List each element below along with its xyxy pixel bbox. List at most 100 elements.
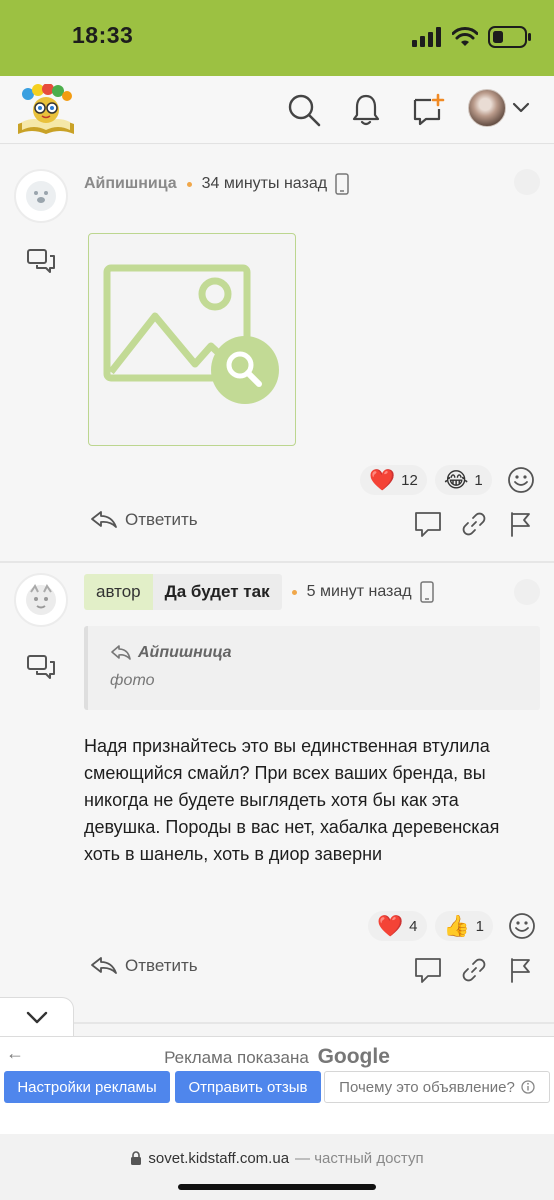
flag-icon bbox=[511, 958, 530, 983]
reaction-laugh[interactable]: 😂 1 bbox=[434, 465, 492, 495]
search-icon bbox=[288, 94, 321, 127]
comment-reactions: ❤️ 4 👍 1 bbox=[368, 911, 537, 941]
google-logo: Google bbox=[317, 1045, 390, 1068]
ad-settings-button[interactable]: Настройки рекламы bbox=[4, 1071, 170, 1103]
comment-reactions: ❤️ 12 😂 1 bbox=[360, 465, 536, 495]
user-menu[interactable] bbox=[468, 89, 530, 127]
copy-link-button[interactable] bbox=[458, 508, 490, 540]
site-header bbox=[0, 76, 554, 144]
comment-avatar[interactable] bbox=[14, 169, 68, 223]
heart-icon: ❤️ bbox=[369, 468, 396, 492]
reply-label: Ответить bbox=[125, 510, 198, 529]
new-post-button[interactable] bbox=[408, 90, 448, 130]
comment-author[interactable]: Да будет так bbox=[152, 574, 282, 610]
reply-button[interactable]: Ответить bbox=[90, 956, 198, 976]
comment-time[interactable]: 34 минуты назад bbox=[202, 175, 327, 193]
comment-actions: Ответить bbox=[0, 952, 554, 988]
author-badge: автор bbox=[84, 574, 153, 610]
reply-label: Ответить bbox=[125, 956, 198, 975]
send-feedback-button[interactable]: Отправить отзыв bbox=[175, 1071, 321, 1103]
home-indicator[interactable] bbox=[178, 1184, 376, 1190]
add-reaction-button[interactable] bbox=[506, 465, 536, 495]
photo-attachment[interactable] bbox=[88, 233, 296, 446]
reaction-thumbs-up[interactable]: 👍 1 bbox=[434, 911, 493, 941]
add-message-icon bbox=[413, 93, 445, 126]
comment-divider bbox=[0, 1022, 554, 1024]
copy-link-button[interactable] bbox=[458, 954, 490, 986]
battery-icon bbox=[488, 26, 531, 48]
comment-options[interactable] bbox=[514, 579, 540, 605]
quote-text: фото bbox=[110, 672, 155, 689]
quoted-comment[interactable]: Айпишница фото bbox=[84, 626, 540, 710]
reaction-count: 1 bbox=[474, 471, 483, 489]
chevron-down-icon bbox=[26, 1011, 47, 1024]
comment-icon bbox=[415, 958, 441, 983]
bell-icon bbox=[352, 94, 380, 126]
notifications-button[interactable] bbox=[346, 90, 386, 130]
quote-button[interactable] bbox=[412, 508, 444, 540]
comment-thread-button[interactable] bbox=[26, 247, 56, 280]
reaction-count: 1 bbox=[475, 917, 484, 935]
why-this-ad-label: Почему это объявление? bbox=[339, 1078, 515, 1096]
default-avatar-icon bbox=[26, 181, 56, 211]
comment-text: Надя признайтесь это вы единственная вту… bbox=[84, 736, 500, 864]
comment-options[interactable] bbox=[514, 169, 540, 195]
reaction-heart[interactable]: ❤️ 12 bbox=[360, 465, 427, 495]
heart-icon: ❤️ bbox=[377, 914, 404, 938]
ad-title: Реклама показана Google bbox=[0, 1045, 554, 1069]
reply-arrow-icon bbox=[91, 957, 117, 974]
comment-author[interactable]: Айпишница bbox=[84, 175, 177, 193]
site-logo[interactable] bbox=[14, 83, 78, 138]
wifi-icon bbox=[452, 27, 478, 46]
separator-dot bbox=[186, 181, 192, 187]
reply-button[interactable]: Ответить bbox=[90, 510, 198, 530]
quote-button[interactable] bbox=[412, 954, 444, 986]
url-domain: sovet.kidstaff.com.ua bbox=[148, 1150, 290, 1167]
signal-icon bbox=[412, 27, 441, 47]
status-bar: 18:33 bbox=[0, 0, 554, 76]
search-button[interactable] bbox=[284, 90, 324, 130]
avatar bbox=[468, 89, 506, 127]
chevron-down-icon bbox=[512, 102, 530, 113]
comment-avatar[interactable] bbox=[14, 573, 68, 627]
reaction-count: 12 bbox=[401, 471, 418, 489]
reaction-count: 4 bbox=[409, 917, 418, 935]
ad-panel: ← Реклама показана Google Настройки рекл… bbox=[0, 1036, 554, 1134]
add-reaction-button[interactable] bbox=[507, 911, 537, 941]
laughing-emoji-icon: 😂 bbox=[443, 468, 469, 492]
thumbs-up-icon: 👍 bbox=[443, 914, 470, 938]
speech-bubbles-icon bbox=[27, 249, 55, 273]
comment-actions: Ответить bbox=[0, 506, 554, 542]
private-mode-label: — частный доступ bbox=[295, 1150, 424, 1167]
link-icon bbox=[462, 512, 486, 536]
mobile-device-icon bbox=[335, 173, 349, 195]
reply-arrow-icon bbox=[111, 645, 131, 660]
status-time: 18:33 bbox=[72, 22, 134, 48]
reaction-heart[interactable]: ❤️ 4 bbox=[368, 911, 427, 941]
mobile-device-icon bbox=[419, 581, 434, 603]
reply-arrow-icon bbox=[91, 511, 117, 528]
comment-icon bbox=[415, 512, 441, 537]
comment-meta: автор Да будет так 5 минут назад bbox=[84, 574, 434, 610]
comment-thread-button[interactable] bbox=[26, 653, 56, 686]
quote-author: Айпишница bbox=[138, 644, 232, 661]
smiley-icon bbox=[509, 913, 535, 939]
smiley-icon bbox=[507, 467, 534, 493]
quote-header: Айпишница bbox=[110, 644, 518, 662]
collapse-ad-button[interactable] bbox=[0, 997, 74, 1039]
report-button[interactable] bbox=[504, 954, 536, 986]
lock-icon bbox=[131, 1151, 142, 1165]
speech-bubbles-icon bbox=[27, 655, 55, 679]
url-display: sovet.kidstaff.com.ua — частный доступ bbox=[0, 1150, 554, 1167]
info-icon bbox=[521, 1080, 535, 1094]
why-this-ad-button[interactable]: Почему это объявление? bbox=[324, 1071, 550, 1103]
browser-address-bar[interactable]: sovet.kidstaff.com.ua — частный доступ bbox=[0, 1134, 554, 1200]
comment-time[interactable]: 5 минут назад bbox=[307, 583, 412, 601]
default-avatar-icon bbox=[26, 584, 56, 615]
link-icon bbox=[462, 958, 486, 982]
status-icons bbox=[412, 22, 532, 52]
comment-meta: Айпишница 34 минуты назад bbox=[84, 173, 349, 195]
image-placeholder-icon bbox=[103, 264, 279, 404]
report-button[interactable] bbox=[504, 508, 536, 540]
ad-title-prefix: Реклама показана bbox=[164, 1048, 309, 1067]
